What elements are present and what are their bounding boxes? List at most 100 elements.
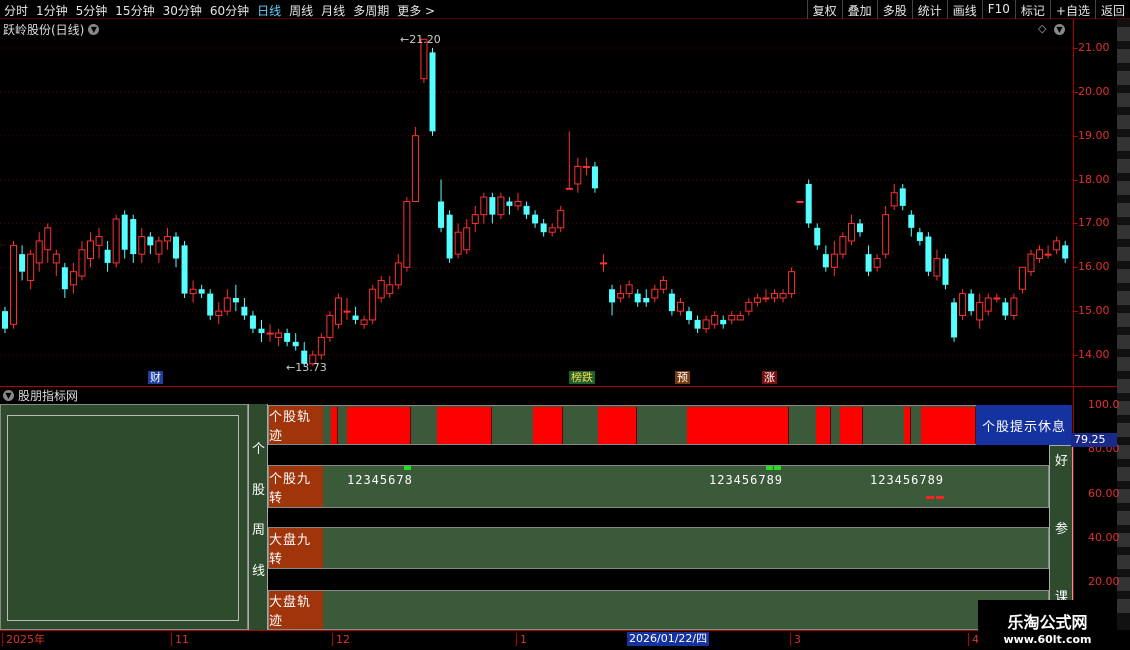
candle: [908, 210, 915, 237]
indicator-tick-label: 100.0: [1088, 398, 1120, 411]
price-tick-label: 19.00: [1078, 128, 1110, 142]
period-tab-10[interactable]: 更多 >: [397, 2, 435, 19]
tool-button-0[interactable]: 复权: [806, 0, 842, 19]
candle-body: [728, 315, 736, 321]
candle: [993, 293, 1001, 303]
candle-body: [890, 192, 898, 207]
candle-body: [514, 201, 522, 207]
candle-body: [147, 236, 154, 246]
tool-button-1[interactable]: 叠加: [841, 0, 877, 19]
candle-body: [942, 258, 949, 285]
candle-body: [78, 249, 86, 277]
marker-bang[interactable]: 榜跌: [569, 371, 595, 384]
period-tab-0[interactable]: 分时: [4, 2, 28, 19]
tool-button-3[interactable]: 统计: [911, 0, 947, 19]
candle-body: [284, 333, 291, 342]
candle: [565, 131, 573, 190]
period-tab-5[interactable]: 60分钟: [210, 2, 249, 19]
candle: [27, 249, 35, 290]
candle-body: [600, 262, 607, 265]
track-red-bar: [816, 407, 831, 444]
candle: [1062, 240, 1069, 263]
price-tick-mark: [1074, 179, 1078, 181]
candle-body: [976, 301, 984, 321]
candle-body: [865, 254, 872, 272]
price-tick-label: 18.00: [1078, 172, 1110, 186]
candle-body: [694, 319, 701, 329]
candle: [497, 192, 505, 220]
date-tick-2025: 2025年: [2, 633, 45, 646]
price-tick-label: 21.00: [1078, 41, 1110, 54]
period-tab-7[interactable]: 周线: [289, 2, 313, 19]
date-axis: 2025年 11 12 1 2026/01/22/四 3 4: [0, 630, 1117, 650]
candle: [865, 245, 872, 277]
candle-body: [686, 311, 692, 320]
indicator-axis: 100.0 80.00 60.00 40.00 20.00: [1073, 386, 1120, 630]
candle-body: [266, 332, 274, 335]
candle: [857, 219, 863, 237]
marker-zhang[interactable]: 涨: [762, 371, 777, 384]
candle-body: [711, 315, 719, 325]
candle: [574, 157, 582, 193]
collapse-icon[interactable]: ▼: [3, 390, 14, 401]
candle: [52, 249, 60, 277]
candle: [155, 236, 163, 263]
period-tab-8[interactable]: 月线: [321, 2, 345, 19]
candle-body: [882, 214, 890, 255]
candle-body: [95, 236, 103, 246]
marker-cai[interactable]: 财: [148, 371, 163, 384]
indicator-tick-label: 60.00: [1088, 486, 1120, 500]
tool-button-4[interactable]: 画线: [946, 0, 982, 19]
band-market-nine: 大盘九转: [268, 527, 1049, 569]
tool-button-2[interactable]: 多股: [876, 0, 912, 19]
candle-body: [591, 166, 598, 189]
candle-body: [343, 310, 351, 313]
candle-body: [830, 253, 838, 268]
price-tick-mark: [1074, 311, 1078, 313]
candle-body: [19, 254, 26, 272]
candle: [69, 262, 77, 294]
tool-button-6[interactable]: 标记: [1014, 0, 1050, 19]
candle: [352, 306, 359, 325]
band-market-track: 大盘轨迹: [268, 590, 1049, 630]
candle-body: [805, 183, 812, 224]
candle-body: [959, 293, 967, 317]
period-tab-1[interactable]: 1分钟: [36, 2, 68, 19]
period-tab-9[interactable]: 多周期: [353, 2, 389, 19]
candle-body: [198, 289, 205, 294]
candle-body: [454, 231, 462, 255]
candle: [189, 280, 197, 303]
candle: [10, 240, 18, 329]
candle: [112, 214, 120, 268]
candle: [873, 254, 881, 272]
marker-yu[interactable]: 预: [675, 371, 690, 384]
candle: [814, 223, 821, 250]
period-tab-2[interactable]: 5分钟: [76, 2, 108, 19]
candle-body: [360, 319, 368, 325]
tool-button-8[interactable]: 返回: [1094, 0, 1130, 19]
candle: [292, 333, 299, 351]
period-tab-3[interactable]: 15分钟: [115, 2, 154, 19]
candle-body: [839, 236, 847, 255]
candle-body: [69, 271, 77, 286]
candle-body: [771, 293, 778, 299]
sequence-1: 12345678: [347, 473, 413, 487]
low-annotation: ←13.73: [286, 361, 327, 374]
period-tab-6[interactable]: 日线: [257, 2, 281, 19]
vertical-char-2: 股: [252, 483, 266, 498]
candle: [215, 302, 223, 325]
candle: [241, 297, 248, 320]
candle: [249, 311, 256, 334]
indicator-title[interactable]: ▼ 股朋指标网: [0, 386, 1073, 404]
price-chart[interactable]: ←21.20 ←13.73: [0, 19, 1073, 385]
candle-body: [87, 240, 94, 260]
period-tab-4[interactable]: 30分钟: [163, 2, 202, 19]
candle: [386, 276, 394, 298]
candle: [138, 227, 146, 263]
date-tick-12: 12: [332, 633, 350, 646]
candle-body: [130, 219, 137, 255]
watermark-title: 乐淘公式网: [1007, 613, 1088, 632]
candle: [369, 284, 377, 325]
tool-button-5[interactable]: F10: [981, 0, 1015, 19]
tool-button-7[interactable]: +自选: [1049, 0, 1095, 19]
